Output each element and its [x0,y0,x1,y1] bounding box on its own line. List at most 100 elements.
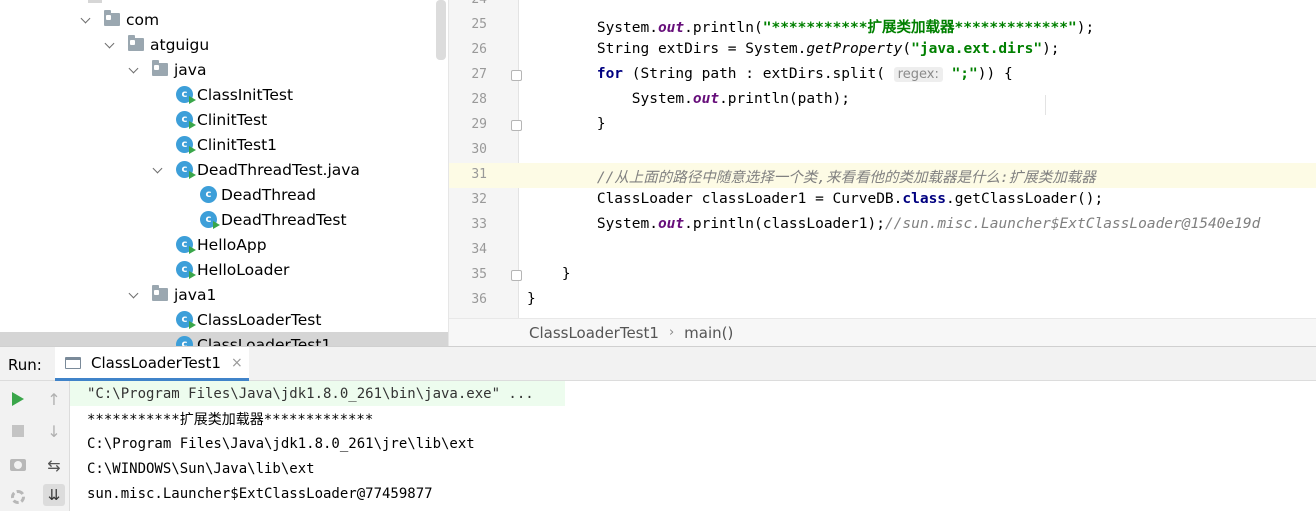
tree-item-label: HelloLoader [197,260,290,279]
tree-item[interactable]: c DeadThreadTest [0,207,448,232]
code-line[interactable]: 27 for (String path : extDirs.split( reg… [449,63,1316,88]
code-line[interactable]: 33 System.out.println(classLoader1);//su… [449,213,1316,238]
line-number: 30 [471,142,487,157]
code-token: } [527,116,606,132]
tree-top-edge [88,0,102,3]
code-line[interactable]: 25 System.out.println("***********扩展类加载器… [449,13,1316,38]
tree-item[interactable]: c HelloLoader [0,257,448,282]
code-token: .println(classLoader1); [684,216,885,232]
code-line[interactable]: 31 //从上面的路径中随意选择一个类,来看看他的类加载器是什么:扩展类加载器 [449,163,1316,188]
code-line[interactable]: 32 ClassLoader classLoader1 = CurveDB.cl… [449,188,1316,213]
code-token: ";" [951,66,978,82]
code-line[interactable]: 34 [449,238,1316,263]
rerun-button[interactable] [7,388,29,410]
code-editor[interactable]: 2425 System.out.println("***********扩展类加… [449,0,1316,318]
play-icon [12,392,24,406]
code-line[interactable]: 24 [449,0,1316,13]
folder-icon [152,60,168,76]
arrow-up-icon: ↑ [47,389,61,409]
tree-item[interactable]: c DeadThread [0,182,448,207]
java-class-icon: c [200,186,217,203]
code-token: ( [902,41,912,57]
code-text: } [527,266,571,282]
console-icon [65,356,81,369]
tree-item[interactable]: c ClinitTest1 [0,132,448,157]
fold-marker-icon[interactable] [511,270,522,281]
code-text: System.out.println(path); [527,91,850,107]
tree-item-label: ClinitTest [197,110,268,129]
parameter-hint: regex: [893,67,943,82]
java-class-icon: c [176,236,196,254]
camera-icon [10,459,26,471]
tree-item[interactable]: atguigu [0,32,448,57]
chevron-down-icon[interactable] [104,39,116,51]
tree-item-label: java [174,60,207,79]
console-output[interactable]: "C:\Program Files\Java\jdk1.8.0_261\bin\… [70,381,1316,511]
close-icon[interactable]: × [231,355,243,371]
scroll-to-end-button[interactable]: ⇊ [43,484,65,506]
code-text: } [527,291,536,307]
tree-item-label: DeadThreadTest [221,210,347,229]
tree-item[interactable]: c DeadThreadTest.java [0,157,448,182]
line-number: 26 [471,42,487,57]
java-class-icon: c [176,111,196,129]
code-line[interactable]: 30 [449,138,1316,163]
java-class-icon: c [200,211,220,229]
tree-item[interactable]: java1 [0,282,448,307]
line-number: 25 [471,17,487,32]
tree-item-label: com [126,10,160,29]
code-token: .println(path); [719,91,851,107]
tree-item-label: HelloApp [197,235,267,254]
chevron-down-icon[interactable] [152,164,164,176]
breadcrumb-method[interactable]: main() [684,324,733,342]
run-toolbar: ↑ ↓ ⇆ ⇊ [0,381,70,511]
code-token: getProperty [806,41,903,57]
tree-item-label: ClassInitTest [197,85,294,104]
tree-item[interactable]: c ClinitTest [0,107,448,132]
dump-threads-button[interactable] [7,454,29,476]
code-line[interactable]: 28 System.out.println(path); [449,88,1316,113]
chevron-down-icon[interactable] [128,64,140,76]
fold-marker-icon[interactable] [511,70,522,81]
breadcrumb-separator-icon: › [668,325,675,340]
arrow-down-icon: ↓ [47,421,61,441]
tree-item[interactable]: com [0,7,448,32]
code-text: System.out.println(classLoader1);//sun.m… [527,216,1261,232]
code-line[interactable]: 26 String extDirs = System.getProperty("… [449,38,1316,63]
java-class-icon: c [176,336,193,346]
tree-item[interactable]: c ClassLoaderTest [0,307,448,332]
code-line[interactable]: 35 } [449,263,1316,288]
code-text: for (String path : extDirs.split( regex:… [527,66,1013,82]
project-tree: com atguigu java c ClassInitTest c ClinitTest c… [0,0,449,346]
chevron-down-icon[interactable] [128,289,140,301]
code-token: } [527,266,571,282]
console-line-command[interactable]: "C:\Program Files\Java\jdk1.8.0_261\bin\… [70,381,565,406]
folder-icon [152,285,168,301]
code-line[interactable]: 36} [449,288,1316,313]
folder-icon [128,35,144,51]
tree-item[interactable]: c HelloApp [0,232,448,257]
code-token: out [657,20,685,36]
scroll-to-end-icon: ⇊ [43,484,65,506]
soft-wrap-button[interactable]: ⇆ [43,454,65,476]
tree-item[interactable]: java [0,57,448,82]
breadcrumb-class[interactable]: ClassLoaderTest1 [529,324,659,342]
code-token: "***********扩展类加载器*************" [762,20,1077,36]
code-line[interactable]: 29 } [449,113,1316,138]
soft-wrap-icon: ⇆ [47,455,61,475]
tree-item[interactable]: c ClassLoaderTest1 [0,332,448,346]
down-button[interactable]: ↓ [43,420,65,442]
up-button[interactable]: ↑ [43,388,65,410]
run-tab[interactable]: ClassLoaderTest1 × [55,347,249,381]
code-token: ); [1042,41,1060,57]
tree-item[interactable]: c ClassInitTest [0,82,448,107]
code-token: String extDirs = System. [527,41,807,57]
settings-button[interactable] [7,486,29,508]
stop-button[interactable] [7,420,29,442]
console-line: C:\Program Files\Java\jdk1.8.0_261\jre\l… [87,435,475,452]
chevron-down-icon[interactable] [80,14,92,26]
code-token: //从上面的路径中随意选择一个类,来看看他的类加载器是什么:扩展类加载器 [596,170,1096,186]
java-class-icon: c [176,136,196,154]
fold-marker-icon[interactable] [511,120,522,131]
